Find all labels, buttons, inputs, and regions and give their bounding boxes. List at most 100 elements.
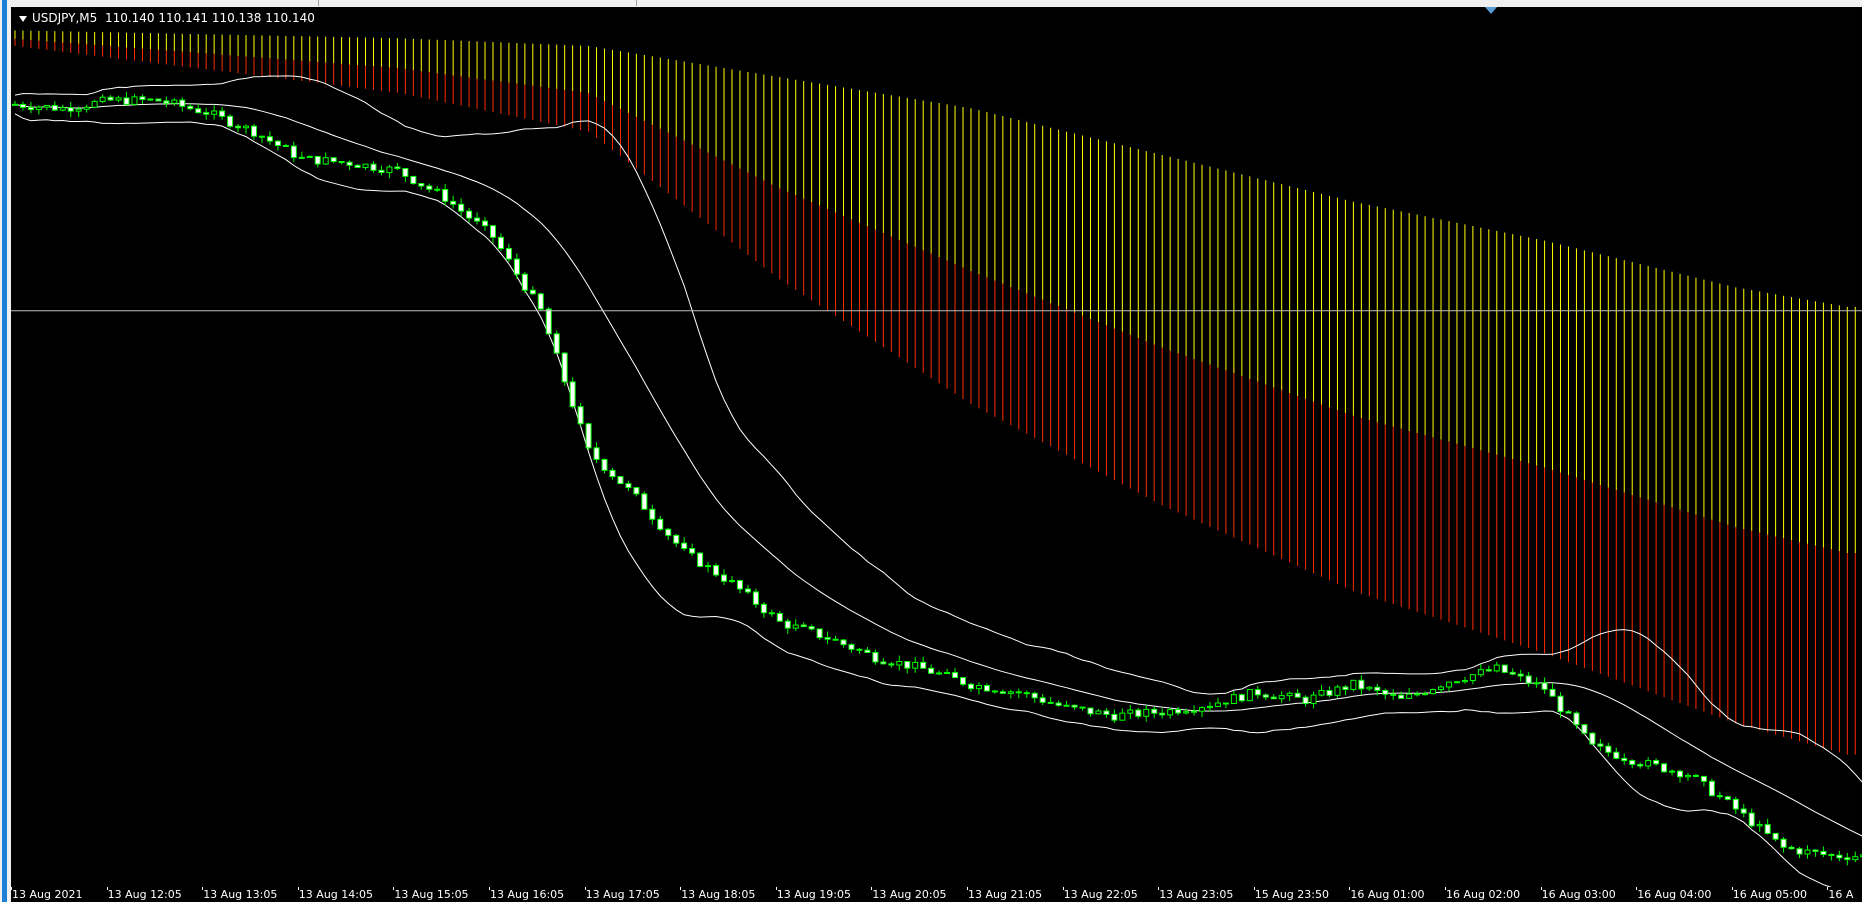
bear-candle: [1485, 669, 1492, 672]
bear-candle: [67, 107, 74, 112]
bull-candle: [1684, 774, 1691, 778]
bull-candle: [1461, 680, 1468, 683]
bear-candle: [1748, 812, 1755, 827]
bull-candle: [1143, 708, 1150, 717]
bear-candle: [1549, 688, 1556, 697]
chart-area[interactable]: USDJPY,M5 110.140 110.141 110.138 110.14…: [11, 7, 1862, 887]
bear-candle: [410, 175, 417, 185]
bull-candle: [1453, 681, 1460, 684]
bear-candle: [665, 528, 672, 536]
collapse-triangle-icon[interactable]: [19, 15, 27, 22]
bear-candle: [1677, 770, 1684, 778]
bear-candle: [1262, 694, 1269, 698]
bull-candle: [1286, 692, 1293, 697]
time-axis-label: 16 Aug 01:00: [1350, 888, 1425, 901]
bear-candle: [107, 96, 114, 101]
bear-candle: [657, 518, 664, 530]
bull-candle: [211, 110, 218, 115]
top-tick: [636, 0, 637, 6]
bull-candle: [1183, 711, 1190, 714]
bear-candle: [346, 161, 353, 166]
bear-candle: [880, 661, 887, 665]
bull-candle: [1199, 707, 1206, 712]
bear-candle: [593, 447, 600, 460]
bull-candle: [1469, 674, 1476, 682]
time-axis-label: 13 Aug 12:05: [107, 888, 182, 901]
bear-candle: [641, 493, 648, 510]
bear-candle: [991, 690, 998, 693]
bear-candle: [1270, 696, 1277, 700]
time-axis-label: 13 Aug 16:05: [490, 888, 565, 901]
bull-candle: [1430, 689, 1437, 695]
bear-candle: [577, 406, 584, 425]
bear-candle: [1708, 780, 1715, 797]
ohlc-readout: 110.140 110.141 110.138 110.140: [104, 11, 315, 25]
bull-candle: [1334, 686, 1341, 696]
time-axis-label: 13 Aug 21:05: [968, 888, 1043, 901]
bear-candle: [848, 644, 855, 650]
bear-candle: [1159, 712, 1166, 716]
bear-candle: [1087, 707, 1094, 715]
bear-candle: [1254, 689, 1261, 696]
bull-candle: [1645, 760, 1652, 767]
bull-candle: [1191, 710, 1198, 713]
bull-candle: [896, 661, 903, 666]
bear-candle: [195, 108, 202, 114]
bull-candle: [131, 96, 138, 105]
bull-candle: [99, 96, 106, 102]
chart-header[interactable]: USDJPY,M5 110.140 110.141 110.138 110.14…: [19, 11, 315, 25]
bear-candle: [1573, 712, 1580, 726]
bull-candle: [59, 107, 66, 111]
bear-candle: [904, 661, 911, 669]
bear-candle: [673, 534, 680, 544]
time-axis-label: 13 Aug 23:05: [1159, 888, 1234, 901]
price-chart-canvas[interactable]: [11, 7, 1862, 887]
time-axis-label: 13 Aug 17:05: [585, 888, 660, 901]
chart-shift-marker-icon[interactable]: [1485, 7, 1497, 14]
bull-candle: [1095, 710, 1102, 715]
bear-candle: [824, 637, 831, 640]
bear-candle: [1605, 745, 1612, 753]
bear-candle: [1812, 849, 1819, 852]
time-axis-label: 13 Aug 13:05: [203, 888, 278, 901]
bear-candle: [952, 672, 959, 679]
bear-candle: [1302, 696, 1309, 705]
bull-candle: [115, 97, 122, 101]
bull-candle: [1414, 693, 1421, 696]
bear-candle: [378, 169, 385, 174]
bear-candle: [330, 157, 337, 163]
time-axis-label: 13 Aug 20:05: [872, 888, 947, 901]
bear-candle: [1294, 692, 1301, 698]
ichimoku-cloud: [14, 30, 1856, 755]
bull-candle: [1493, 664, 1500, 672]
symbol-label: USDJPY,M5: [32, 11, 98, 25]
bear-candle: [553, 333, 560, 354]
bear-candle: [529, 289, 536, 295]
bear-candle: [752, 591, 759, 605]
bear-candle: [697, 552, 704, 567]
bear-candle: [51, 104, 58, 111]
bear-candle: [274, 140, 281, 147]
bear-candle: [649, 508, 656, 520]
bear-candle: [928, 667, 935, 674]
bear-candle: [1788, 846, 1795, 850]
bear-candle: [11, 103, 18, 106]
bear-candle: [585, 423, 592, 449]
bear-candle: [282, 145, 289, 148]
bull-candle: [1852, 856, 1859, 861]
bull-candle: [1477, 669, 1484, 676]
bull-candle: [1127, 709, 1134, 714]
bear-candle: [1342, 686, 1349, 690]
bull-candle: [243, 125, 250, 129]
bear-candle: [1629, 760, 1636, 765]
bull-candle: [75, 108, 82, 112]
bear-candle: [482, 220, 489, 227]
left-window-edge: [0, 0, 9, 902]
bear-candle: [163, 100, 170, 104]
bull-candle: [322, 157, 329, 165]
bull-candle: [1533, 682, 1540, 685]
bear-candle: [633, 487, 640, 495]
bear-candle: [960, 677, 967, 685]
bear-candle: [123, 97, 130, 105]
bear-candle: [418, 183, 425, 187]
